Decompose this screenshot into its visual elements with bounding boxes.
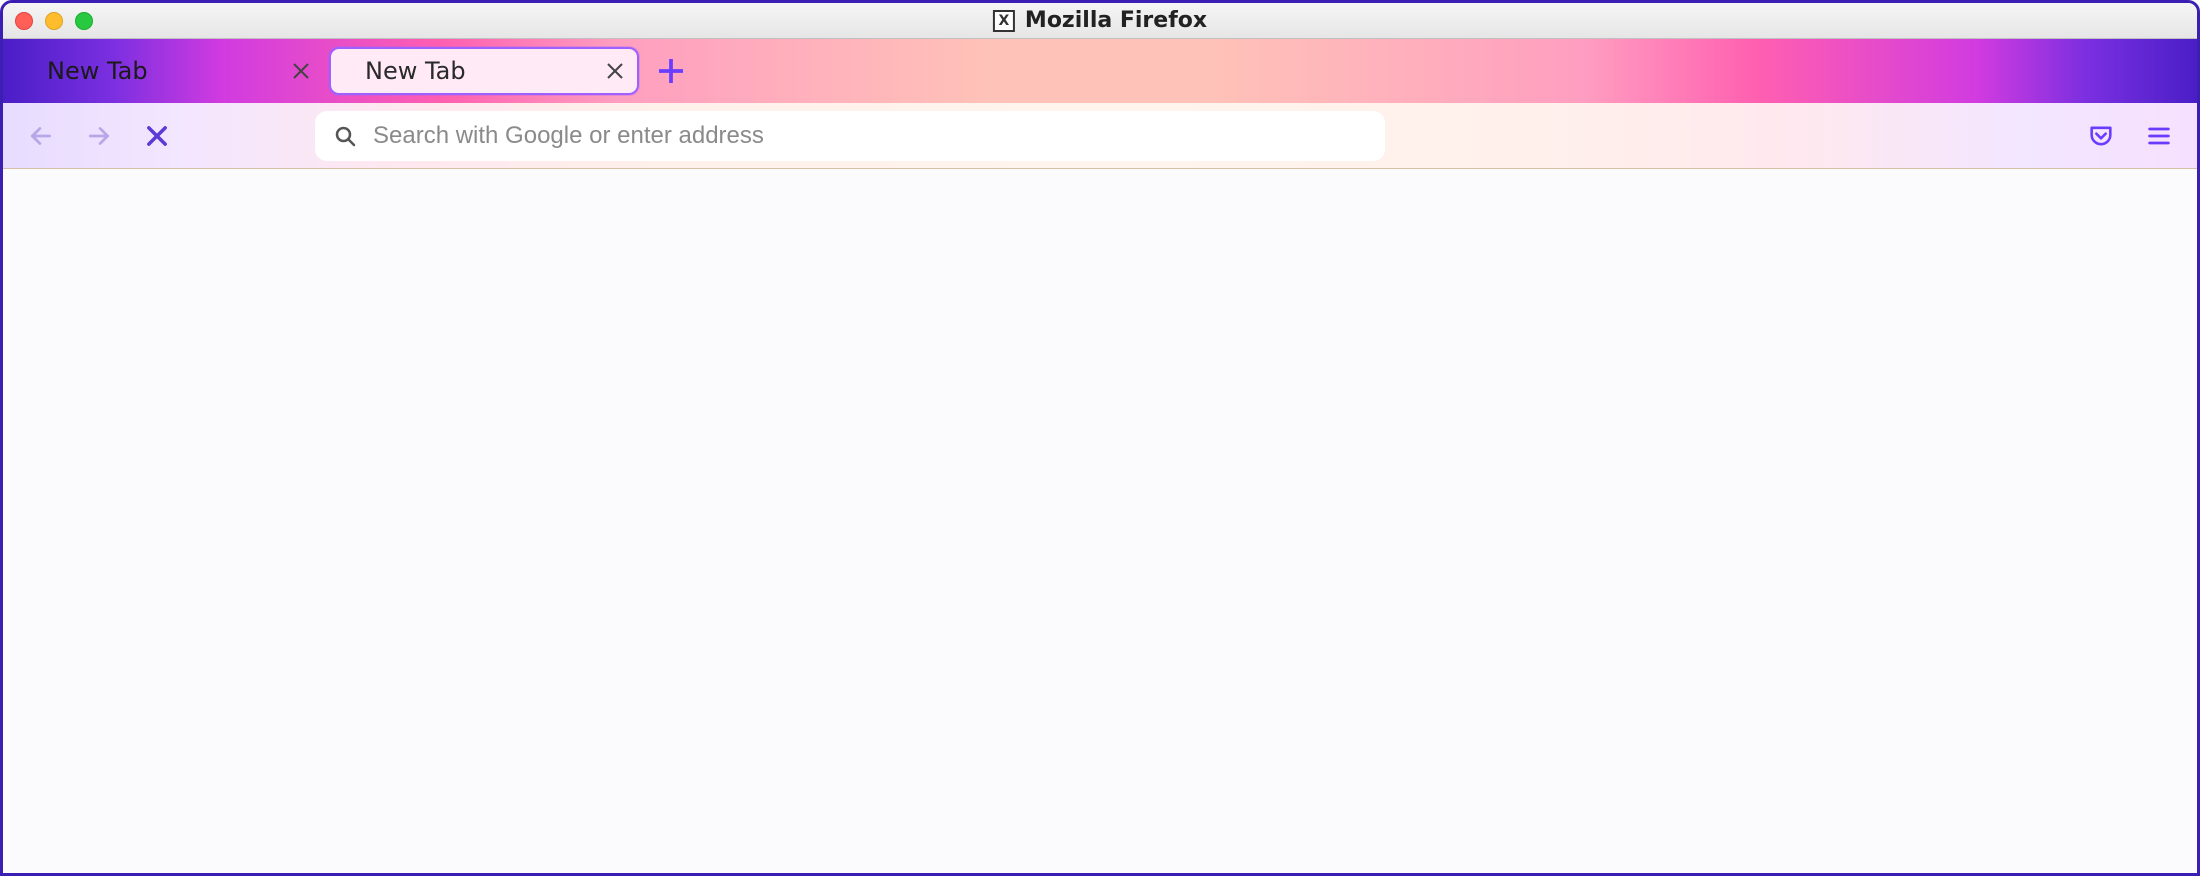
page-content: [3, 169, 2197, 873]
tab-close-button[interactable]: [603, 59, 627, 83]
window-controls: [15, 12, 93, 30]
stop-icon: [143, 122, 171, 150]
tab-0[interactable]: New Tab: [13, 47, 323, 95]
window-title: X Mozilla Firefox: [993, 8, 1207, 33]
save-to-pocket-button[interactable]: [2081, 116, 2121, 156]
app-menu-button[interactable]: [2139, 116, 2179, 156]
browser-window: X Mozilla Firefox New Tab New Tab: [0, 0, 2200, 876]
forward-button[interactable]: [79, 116, 119, 156]
back-button[interactable]: [21, 116, 61, 156]
hamburger-icon: [2145, 122, 2173, 150]
titlebar: X Mozilla Firefox: [3, 3, 2197, 39]
back-icon: [28, 123, 54, 149]
tab-close-button[interactable]: [289, 59, 313, 83]
nav-toolbar: [3, 103, 2197, 169]
tab-1[interactable]: New Tab: [329, 47, 639, 95]
forward-icon: [86, 123, 112, 149]
close-icon: [603, 59, 627, 83]
window-title-text: Mozilla Firefox: [1025, 8, 1207, 33]
window-maximize-button[interactable]: [75, 12, 93, 30]
pocket-icon: [2087, 122, 2115, 150]
plus-icon: [653, 53, 689, 89]
tab-label: New Tab: [365, 57, 466, 85]
search-icon: [333, 124, 357, 148]
stop-reload-button[interactable]: [137, 116, 177, 156]
address-bar[interactable]: [315, 111, 1385, 161]
address-input[interactable]: [373, 122, 1367, 150]
app-icon: X: [993, 10, 1015, 32]
tab-label: New Tab: [47, 57, 148, 85]
window-close-button[interactable]: [15, 12, 33, 30]
close-icon: [289, 59, 313, 83]
new-tab-button[interactable]: [653, 53, 689, 89]
tab-strip: New Tab New Tab: [3, 39, 2197, 103]
window-minimize-button[interactable]: [45, 12, 63, 30]
toolbar-right: [2081, 116, 2179, 156]
